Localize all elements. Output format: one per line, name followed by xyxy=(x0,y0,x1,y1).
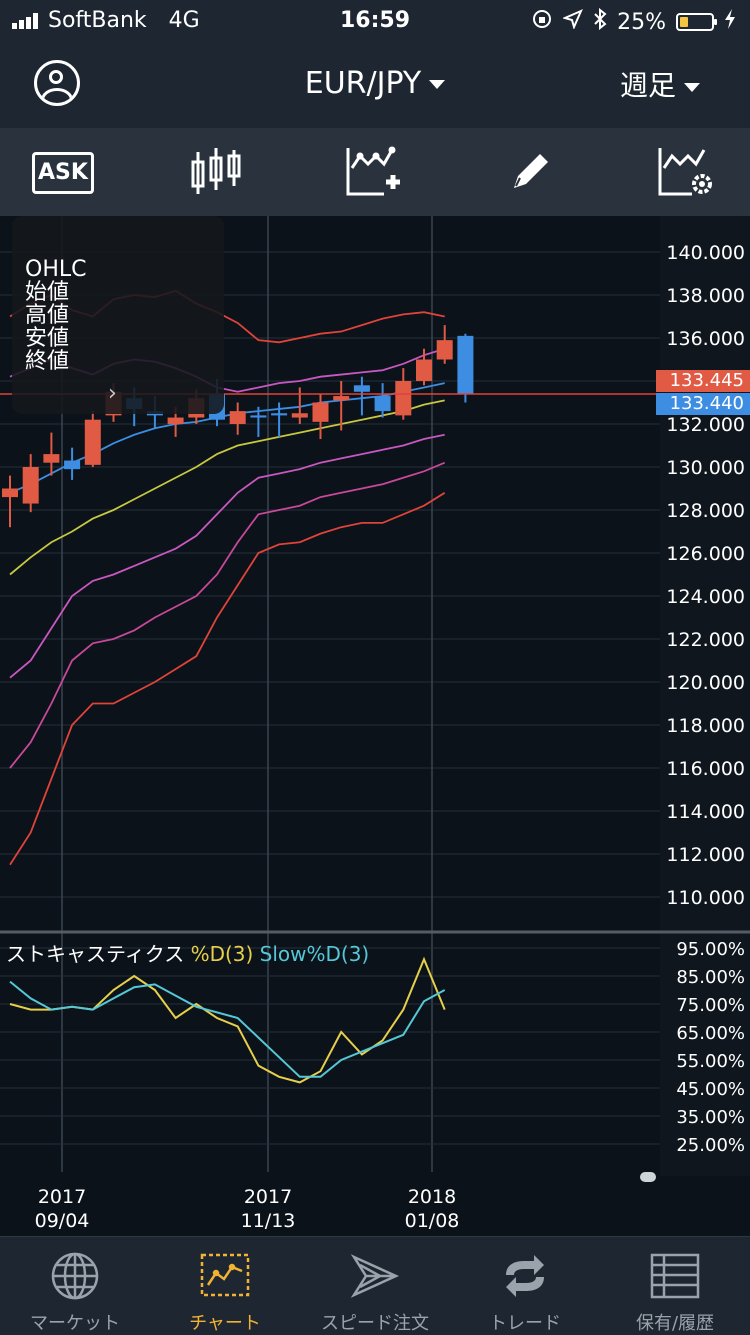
chevron-down-icon xyxy=(429,80,446,89)
y-tick-label: 110.000 xyxy=(666,887,745,909)
candle-body xyxy=(2,488,18,498)
y-tick-label: 75.00% xyxy=(676,995,745,1016)
candle-body xyxy=(229,411,246,424)
add-indicator-icon xyxy=(346,146,400,196)
date-label: 2017 09/04 xyxy=(34,1186,90,1232)
date-label: 2017 11/13 xyxy=(240,1186,296,1232)
trade-icon xyxy=(506,1255,544,1297)
ohlc-title: OHLC xyxy=(25,257,87,282)
period-label: 週足 xyxy=(619,69,676,102)
status-bar: SoftBank 4G 16:59 25% xyxy=(0,0,750,44)
indicator-settings-button[interactable] xyxy=(656,146,716,204)
ask-price-tag: 133.445 xyxy=(656,370,750,392)
tab-label: トレード xyxy=(489,1313,561,1334)
stoch-d-label: %D(3) xyxy=(190,942,254,966)
y-tick-label: 116.000 xyxy=(666,758,745,780)
ohlc-low-label: 安値 xyxy=(25,326,70,351)
y-tick-label: 124.000 xyxy=(666,586,745,608)
y-tick-label: 95.00% xyxy=(676,939,745,960)
tab-speed-order[interactable]: スピード注文 xyxy=(300,1237,450,1335)
tab-positions-history[interactable]: 保有/履歴 xyxy=(600,1237,750,1335)
y-tick-label: 128.000 xyxy=(666,500,745,522)
y-tick-label: 136.000 xyxy=(666,328,745,350)
rotation-lock-icon xyxy=(531,8,553,36)
tab-market[interactable]: マーケット xyxy=(0,1237,150,1335)
tab-chart[interactable]: チャート xyxy=(150,1237,300,1335)
ohlc-panel: OHLC 始値 高値 安値 終値 › xyxy=(12,216,224,414)
bid-price-tag: 133.440 xyxy=(656,393,750,415)
chevron-down-icon xyxy=(684,82,700,92)
y-tick-label: 122.000 xyxy=(666,629,745,651)
period-selector[interactable]: 週足 xyxy=(620,64,700,104)
tab-label: スピード注文 xyxy=(321,1313,429,1334)
y-tick-label: 114.000 xyxy=(666,801,745,823)
candle-body xyxy=(312,402,329,422)
candle-body xyxy=(64,460,81,470)
battery-icon xyxy=(676,13,717,31)
battery-percent: 25% xyxy=(617,9,666,35)
candle-body xyxy=(353,385,370,392)
y-tick-label: 140.000 xyxy=(666,242,745,264)
candle-body xyxy=(457,335,474,394)
tab-label: チャート xyxy=(189,1313,261,1334)
candle-body xyxy=(250,415,267,418)
y-tick-label: 126.000 xyxy=(666,543,745,565)
stochastics-legend: ストキャスティクス %D(3) Slow%D(3) xyxy=(6,938,369,967)
candle-body xyxy=(291,413,308,418)
nav-bar: EUR/JPY 週足 xyxy=(0,44,750,128)
y-tick-label: 112.000 xyxy=(666,844,745,866)
indicator-settings-icon xyxy=(658,148,712,196)
candle-body xyxy=(22,467,39,504)
y-tick-label: 118.000 xyxy=(666,715,745,737)
chevron-right-icon[interactable]: › xyxy=(108,382,117,405)
y-tick-label: 130.000 xyxy=(666,457,745,479)
y-tick-label: 55.00% xyxy=(676,1051,745,1072)
charging-icon xyxy=(724,9,736,35)
candlestick-type-button[interactable] xyxy=(190,146,242,204)
y-tick-label: 132.000 xyxy=(666,414,745,436)
candle-body xyxy=(84,419,101,465)
ohlc-close-label: 終値 xyxy=(25,349,70,374)
y-tick-label: 85.00% xyxy=(676,967,745,988)
ohlc-high-label: 高値 xyxy=(25,303,70,328)
scroll-indicator[interactable] xyxy=(640,1172,656,1182)
y-tick-label: 65.00% xyxy=(676,1023,745,1044)
date-label: 2018 01/08 xyxy=(404,1186,460,1232)
candle-body xyxy=(436,340,453,360)
y-tick-label: 138.000 xyxy=(666,285,745,307)
bottom-tab-bar: マーケット チャート スピード注文 トレード 保有/履歴 xyxy=(0,1236,750,1335)
ask-toggle-button[interactable]: ASK xyxy=(32,152,94,194)
y-tick-label: 45.00% xyxy=(676,1079,745,1100)
tab-label: マーケット xyxy=(30,1313,120,1334)
stochastics-name: ストキャスティクス xyxy=(6,942,185,966)
bluetooth-icon xyxy=(593,7,607,36)
draw-tool-button[interactable] xyxy=(506,146,556,200)
currency-pair-label: EUR/JPY xyxy=(304,66,422,101)
chart-icon xyxy=(200,1253,250,1297)
candle-body xyxy=(333,396,350,401)
speed-order-icon xyxy=(350,1254,400,1298)
globe-icon xyxy=(51,1252,99,1300)
candlestick-icon xyxy=(191,148,241,194)
chart-toolbar: ASK xyxy=(0,128,750,216)
add-indicator-button[interactable] xyxy=(344,146,404,204)
location-icon xyxy=(562,9,584,35)
y-tick-label: 35.00% xyxy=(676,1107,745,1128)
candle-body xyxy=(416,359,432,381)
history-icon xyxy=(650,1253,700,1299)
candle-body xyxy=(395,381,412,416)
y-tick-label: 25.00% xyxy=(676,1135,745,1156)
candle-body xyxy=(167,417,184,424)
candle-body xyxy=(271,413,288,416)
ohlc-open-label: 始値 xyxy=(25,280,70,305)
candle-body xyxy=(374,396,391,412)
y-tick-label: 120.000 xyxy=(666,672,745,694)
candle-body xyxy=(43,454,60,463)
stoch-slow-label: Slow%D(3) xyxy=(259,942,370,966)
tab-label: 保有/履歴 xyxy=(635,1313,715,1334)
tab-trade[interactable]: トレード xyxy=(450,1237,600,1335)
pencil-icon xyxy=(514,154,548,188)
